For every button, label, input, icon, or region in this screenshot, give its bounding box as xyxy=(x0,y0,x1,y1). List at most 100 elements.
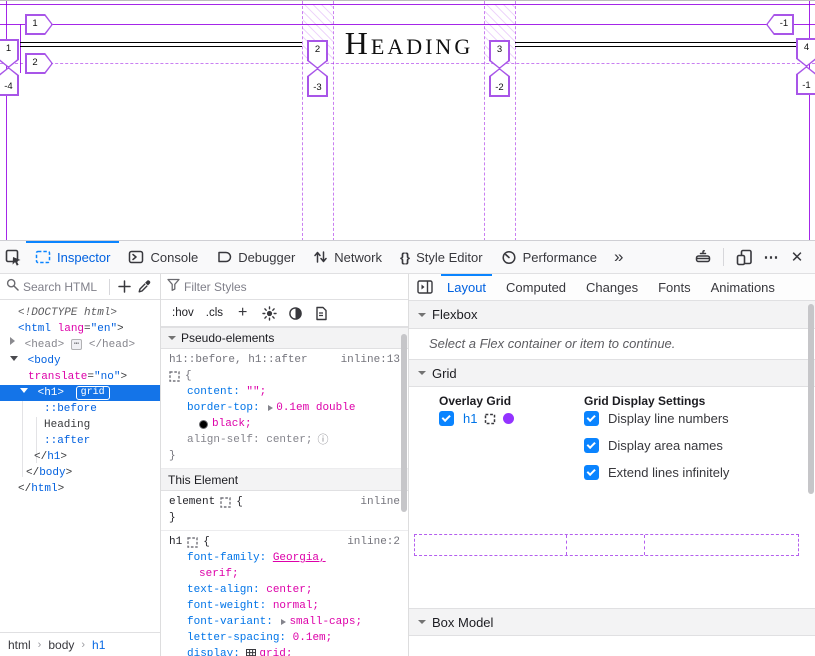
twisty-expanded[interactable] xyxy=(10,356,18,361)
pseudo-class-panel-button[interactable]: :hov xyxy=(167,307,199,319)
grid-item-label[interactable]: h1 xyxy=(463,411,477,426)
property-value-inactive[interactable]: center; xyxy=(266,432,312,448)
layout-scrollbar[interactable] xyxy=(808,304,814,494)
eyedropper-icon[interactable] xyxy=(134,277,154,297)
selector-highlighter-icon[interactable] xyxy=(484,413,496,425)
expand-value-icon[interactable] xyxy=(281,619,286,625)
property-value[interactable]: grid; xyxy=(259,646,292,656)
responsive-design-mode-icon[interactable] xyxy=(731,244,757,270)
tab-performance[interactable]: Performance xyxy=(492,241,606,274)
property-name[interactable]: font-family: xyxy=(187,550,266,566)
class-panel-button[interactable]: .cls xyxy=(201,307,228,319)
property-name[interactable]: font-weight: xyxy=(187,598,266,614)
property-name[interactable]: text-align: xyxy=(187,582,260,598)
tree-row-body-attr[interactable]: translate="no"> xyxy=(0,369,160,385)
collapse-sidebar-icon[interactable] xyxy=(413,275,437,299)
property-value[interactable]: 0.1em double xyxy=(276,400,355,416)
font-link[interactable]: Georgia, xyxy=(273,550,326,566)
filter-icon xyxy=(167,278,180,296)
tree-row-after[interactable]: ::after xyxy=(0,433,160,449)
flexbox-section-header[interactable]: Flexbox xyxy=(409,301,815,329)
breadcrumb-h1[interactable]: h1 xyxy=(92,638,105,652)
tab-animations[interactable]: Animations xyxy=(701,274,785,301)
property-name-inactive[interactable]: align-self: xyxy=(187,432,260,448)
rule-source-link[interactable]: inline:2 xyxy=(347,534,400,550)
property-value[interactable]: serif; xyxy=(199,566,239,582)
property-name[interactable]: content: xyxy=(187,384,240,400)
tab-inspector[interactable]: Inspector xyxy=(26,241,119,274)
filter-styles-input[interactable]: Filter Styles xyxy=(184,280,402,294)
twisty-collapsed[interactable] xyxy=(10,337,15,345)
inactive-info-icon[interactable]: ⓘ xyxy=(317,432,328,448)
twisty-expanded[interactable] xyxy=(20,388,28,393)
expand-value-icon[interactable] xyxy=(268,405,273,411)
tab-network[interactable]: Network xyxy=(304,241,391,274)
grid-section-header[interactable]: Grid xyxy=(409,359,815,387)
rule-selector[interactable]: h1::before, h1::after xyxy=(169,352,308,368)
rules-scrollbar[interactable] xyxy=(401,334,407,512)
add-rule-button[interactable]: + xyxy=(230,304,255,322)
tab-layout[interactable]: Layout xyxy=(437,274,496,301)
tree-row-h1-close[interactable]: </h1> xyxy=(0,449,160,465)
selector-highlighter-icon[interactable] xyxy=(187,537,198,548)
tree-row-head[interactable]: <head> ⋯ </head> xyxy=(0,337,160,353)
tree-row-html-close[interactable]: </html> xyxy=(0,481,160,497)
property-value[interactable]: normal; xyxy=(273,598,319,614)
tab-changes[interactable]: Changes xyxy=(576,274,648,301)
tree-row-before[interactable]: ::before xyxy=(0,401,160,417)
pick-element-icon[interactable] xyxy=(0,244,26,270)
tab-style-editor[interactable]: {} Style Editor xyxy=(391,241,492,274)
print-simulation-icon[interactable] xyxy=(309,300,333,326)
area-names-checkbox[interactable] xyxy=(584,438,599,453)
tree-row-body-close[interactable]: </body> xyxy=(0,465,160,481)
tab-computed[interactable]: Computed xyxy=(496,274,576,301)
rule-selector[interactable]: h1 xyxy=(169,534,182,550)
extend-lines-checkbox[interactable] xyxy=(584,465,599,480)
property-value[interactable]: center; xyxy=(266,582,312,598)
property-name[interactable]: border-top: xyxy=(187,400,260,416)
breadcrumb-body[interactable]: body xyxy=(48,638,74,652)
selector-highlighter-icon[interactable] xyxy=(169,371,180,382)
tree-row-h1-selected[interactable]: <h1> grid xyxy=(0,385,160,401)
dark-scheme-icon[interactable] xyxy=(283,300,307,326)
property-name[interactable]: display: xyxy=(187,646,240,656)
property-value[interactable]: ""; xyxy=(246,384,266,400)
tab-console[interactable]: Console xyxy=(119,241,207,274)
selector-highlighter-icon[interactable] xyxy=(220,497,231,508)
tab-debugger[interactable]: Debugger xyxy=(207,241,304,274)
rule-selector[interactable]: element xyxy=(169,494,215,510)
breadcrumb-html[interactable]: html xyxy=(8,638,31,652)
property-value[interactable]: small-caps; xyxy=(289,614,362,630)
sidebar-tabs: Layout Computed Changes Fonts Animations xyxy=(409,274,815,301)
line-numbers-checkbox[interactable] xyxy=(584,411,599,426)
close-devtools-icon[interactable]: ✕ xyxy=(785,248,809,266)
tree-row-html-open[interactable]: <html lang="en"> xyxy=(0,321,160,337)
property-value[interactable]: 0.1em; xyxy=(293,630,333,646)
more-tabs-icon[interactable]: » xyxy=(606,247,631,267)
separator xyxy=(109,279,110,295)
box-model-section-header[interactable]: Box Model xyxy=(409,608,815,636)
browser-toolbox-icon[interactable] xyxy=(690,244,716,270)
tree-row-body-open[interactable]: <body xyxy=(0,353,160,369)
property-name[interactable]: letter-spacing: xyxy=(187,630,286,646)
tree-row-doctype[interactable]: <!DOCTYPE html> xyxy=(0,305,160,321)
pseudo-elements-header[interactable]: Pseudo-elements xyxy=(161,327,408,349)
grid-badge[interactable]: grid xyxy=(76,386,110,400)
grid-outline-preview[interactable] xyxy=(414,534,799,556)
property-value[interactable]: black; xyxy=(212,416,252,432)
color-swatch-black[interactable] xyxy=(199,420,208,429)
collapsed-content-badge[interactable]: ⋯ xyxy=(71,339,82,350)
tree-row-text[interactable]: Heading xyxy=(0,417,160,433)
add-node-icon[interactable] xyxy=(114,277,134,297)
rule-source-link[interactable]: inline xyxy=(360,494,400,510)
grid-highlighter-icon[interactable] xyxy=(246,649,256,656)
meatball-menu-icon[interactable]: ⋯ xyxy=(759,248,783,266)
grid-color-swatch[interactable] xyxy=(503,413,514,424)
grid-overlay-checkbox[interactable] xyxy=(439,411,454,426)
property-name[interactable]: font-variant: xyxy=(187,614,273,630)
twisty-expanded xyxy=(168,336,176,340)
search-html-input[interactable]: Search HTML xyxy=(23,280,105,294)
tab-fonts[interactable]: Fonts xyxy=(648,274,701,301)
rule-source-link[interactable]: inline:13 xyxy=(341,352,400,368)
light-scheme-icon[interactable] xyxy=(257,300,281,326)
